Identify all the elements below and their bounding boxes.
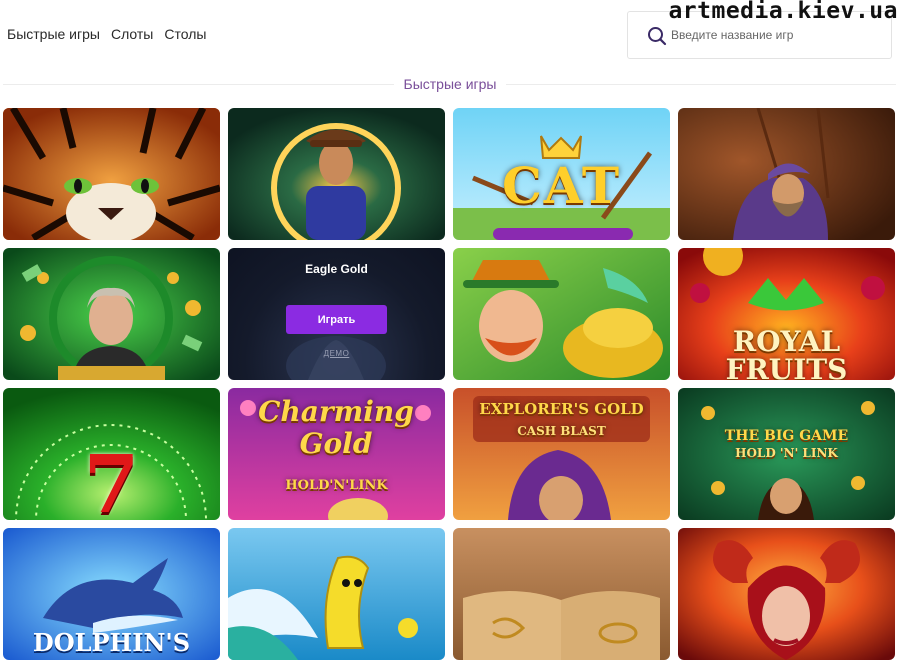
play-button[interactable]: Играть xyxy=(286,305,387,334)
game-tile[interactable] xyxy=(678,108,895,240)
watermark: artmedia.kiev.ua xyxy=(668,0,898,24)
tiger-art xyxy=(3,108,220,240)
game-logo: Charming Gold xyxy=(258,395,414,460)
game-tile[interactable] xyxy=(3,108,220,240)
game-logo-subtitle: CASH BLAST xyxy=(517,424,606,438)
game-tile[interactable] xyxy=(453,528,670,660)
game-tile[interactable] xyxy=(678,528,895,660)
franklin-money-art xyxy=(3,248,220,380)
nav-tables[interactable]: Столы xyxy=(164,26,206,42)
header: Быстрые игры Слоты Столы artmedia.kiev.u… xyxy=(0,0,900,70)
game-logo: CAT xyxy=(501,156,622,215)
game-tile[interactable]: THE BIG GAME HOLD 'N' LINK xyxy=(678,388,895,520)
game-logo: ROYAL FRUITS xyxy=(725,325,848,381)
search-icon xyxy=(648,27,667,46)
section-title: Быстрые игры xyxy=(393,76,507,92)
game-logo: 7 xyxy=(83,437,140,520)
game-title: Eagle Gold xyxy=(305,262,368,276)
nav-slots[interactable]: Слоты xyxy=(111,26,153,42)
game-logo: EXPLORER'S GOLD xyxy=(479,400,644,418)
game-logo: DOLPHIN'S xyxy=(32,628,191,657)
game-tile[interactable]: ROYAL FRUITS xyxy=(678,248,895,380)
game-tile[interactable]: Charming Gold HOLD'N'LINK xyxy=(228,388,445,520)
search-input[interactable] xyxy=(671,25,881,45)
demon-lady-art xyxy=(678,528,895,660)
nav-quick-games[interactable]: Быстрые игры xyxy=(7,26,100,42)
game-tile[interactable] xyxy=(3,248,220,380)
game-logo-subtitle: HOLD'N'LINK xyxy=(285,478,388,493)
game-tile[interactable]: CAT xyxy=(453,108,670,240)
game-tile[interactable]: 7 xyxy=(3,388,220,520)
bearded-man-art xyxy=(678,108,895,240)
demo-link[interactable]: ДЕМО xyxy=(228,349,445,358)
game-tile[interactable] xyxy=(228,528,445,660)
leprechaun-art xyxy=(453,248,670,380)
section-header: Быстрые игры xyxy=(0,76,900,94)
game-logo: THE BIG GAME xyxy=(724,428,849,444)
game-tile[interactable]: DOLPHIN'S xyxy=(3,528,220,660)
game-tile[interactable] xyxy=(453,248,670,380)
games-grid: CAT Eagle Gold Играть ДЕМО ROYAL FRUITS … xyxy=(3,108,895,660)
game-tile[interactable] xyxy=(228,108,445,240)
banana-art xyxy=(228,528,445,660)
game-logo-subtitle: HOLD 'N' LINK xyxy=(735,446,838,460)
game-tile[interactable]: EXPLORER'S GOLD CASH BLAST xyxy=(453,388,670,520)
adventurer-art xyxy=(228,108,445,240)
book-art xyxy=(453,528,670,660)
game-tile-hovered[interactable]: Eagle Gold Играть ДЕМО xyxy=(228,248,445,380)
game-category-nav: Быстрые игры Слоты Столы xyxy=(7,26,206,42)
